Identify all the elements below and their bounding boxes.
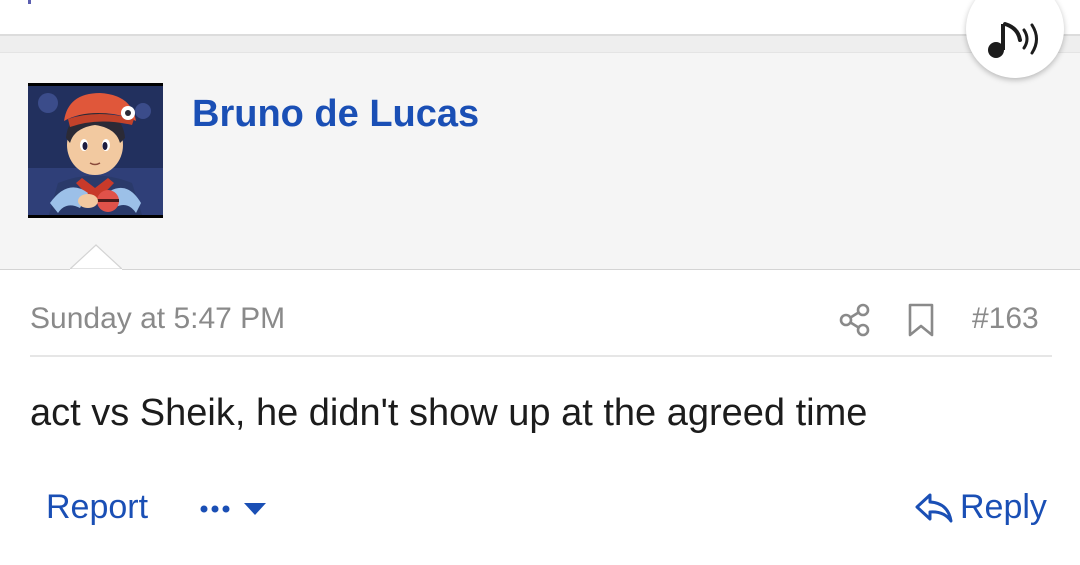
post-arrow-notch	[70, 244, 122, 271]
bookmark-icon[interactable]	[906, 303, 936, 337]
meta-divider	[30, 355, 1052, 357]
previous-post-edge	[28, 0, 31, 4]
avatar[interactable]	[28, 83, 163, 218]
more-dots-icon	[200, 503, 266, 515]
post-number-link[interactable]: #163	[972, 302, 1039, 336]
reply-label: Reply	[960, 488, 1047, 526]
forum-post-page: Bruno de Lucas Sunday at 5:47 PM #163 ac…	[0, 0, 1080, 565]
more-options-button[interactable]	[198, 494, 270, 524]
reply-arrow-icon	[915, 493, 953, 522]
previous-post-bottom	[0, 0, 1080, 36]
report-button[interactable]: Report	[46, 488, 148, 527]
music-note-sound-icon	[988, 22, 1038, 58]
username-link[interactable]: Bruno de Lucas	[192, 93, 479, 136]
post-timestamp[interactable]: Sunday at 5:47 PM	[30, 302, 285, 336]
reply-button[interactable]: Reply	[914, 488, 1047, 527]
share-icon[interactable]	[838, 303, 872, 337]
post-user-header: Bruno de Lucas	[0, 52, 1080, 270]
post-separator	[0, 36, 1080, 52]
post-message: act vs Sheik, he didn't show up at the a…	[30, 392, 868, 434]
